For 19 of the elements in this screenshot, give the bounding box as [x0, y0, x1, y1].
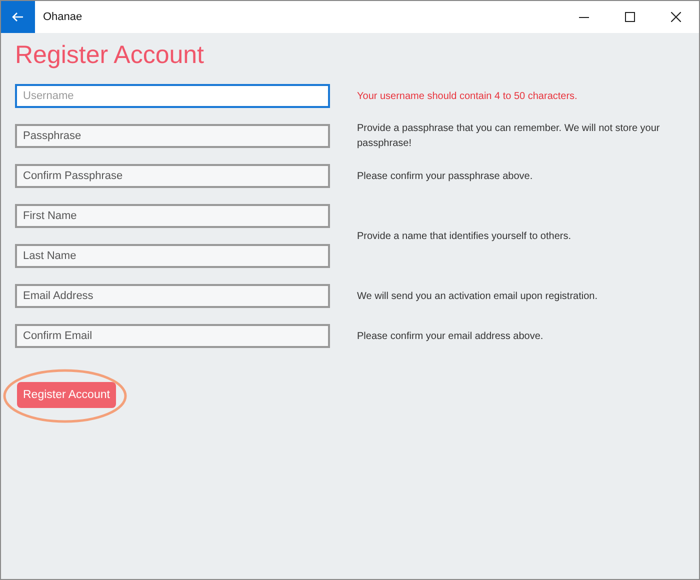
input-field[interactable]: Confirm Passphrase: [15, 164, 330, 188]
hint-text: Provide a passphrase that you can remember. We will not store your passphrase!: [357, 122, 661, 151]
input-field[interactable]: Last Name: [15, 244, 330, 268]
hint-text: Your username should contain 4 to 50 characters.: [357, 90, 578, 104]
back-arrow-icon: [12, 12, 24, 22]
register-button[interactable]: Register Account: [17, 382, 116, 408]
close-icon[interactable]: [671, 12, 681, 22]
input-field[interactable]: First Name: [15, 204, 330, 228]
hint-text: We will send you an activation email upon registration.: [357, 290, 598, 304]
input-field[interactable]: Passphrase: [15, 124, 330, 148]
hint-text: Please confirm your email address above.: [357, 330, 544, 344]
page-heading: Register Account: [15, 41, 205, 70]
input-field[interactable]: Confirm Email: [15, 324, 330, 348]
hint-text: Provide a name that identifies yourself to others.: [357, 230, 572, 244]
hint-text: Please confirm your passphrase above.: [357, 170, 533, 184]
input-field[interactable]: Username: [15, 84, 330, 108]
maximize-icon[interactable]: [625, 12, 635, 22]
input-field[interactable]: Email Address: [15, 284, 330, 308]
window-title: Ohanae: [43, 11, 82, 23]
